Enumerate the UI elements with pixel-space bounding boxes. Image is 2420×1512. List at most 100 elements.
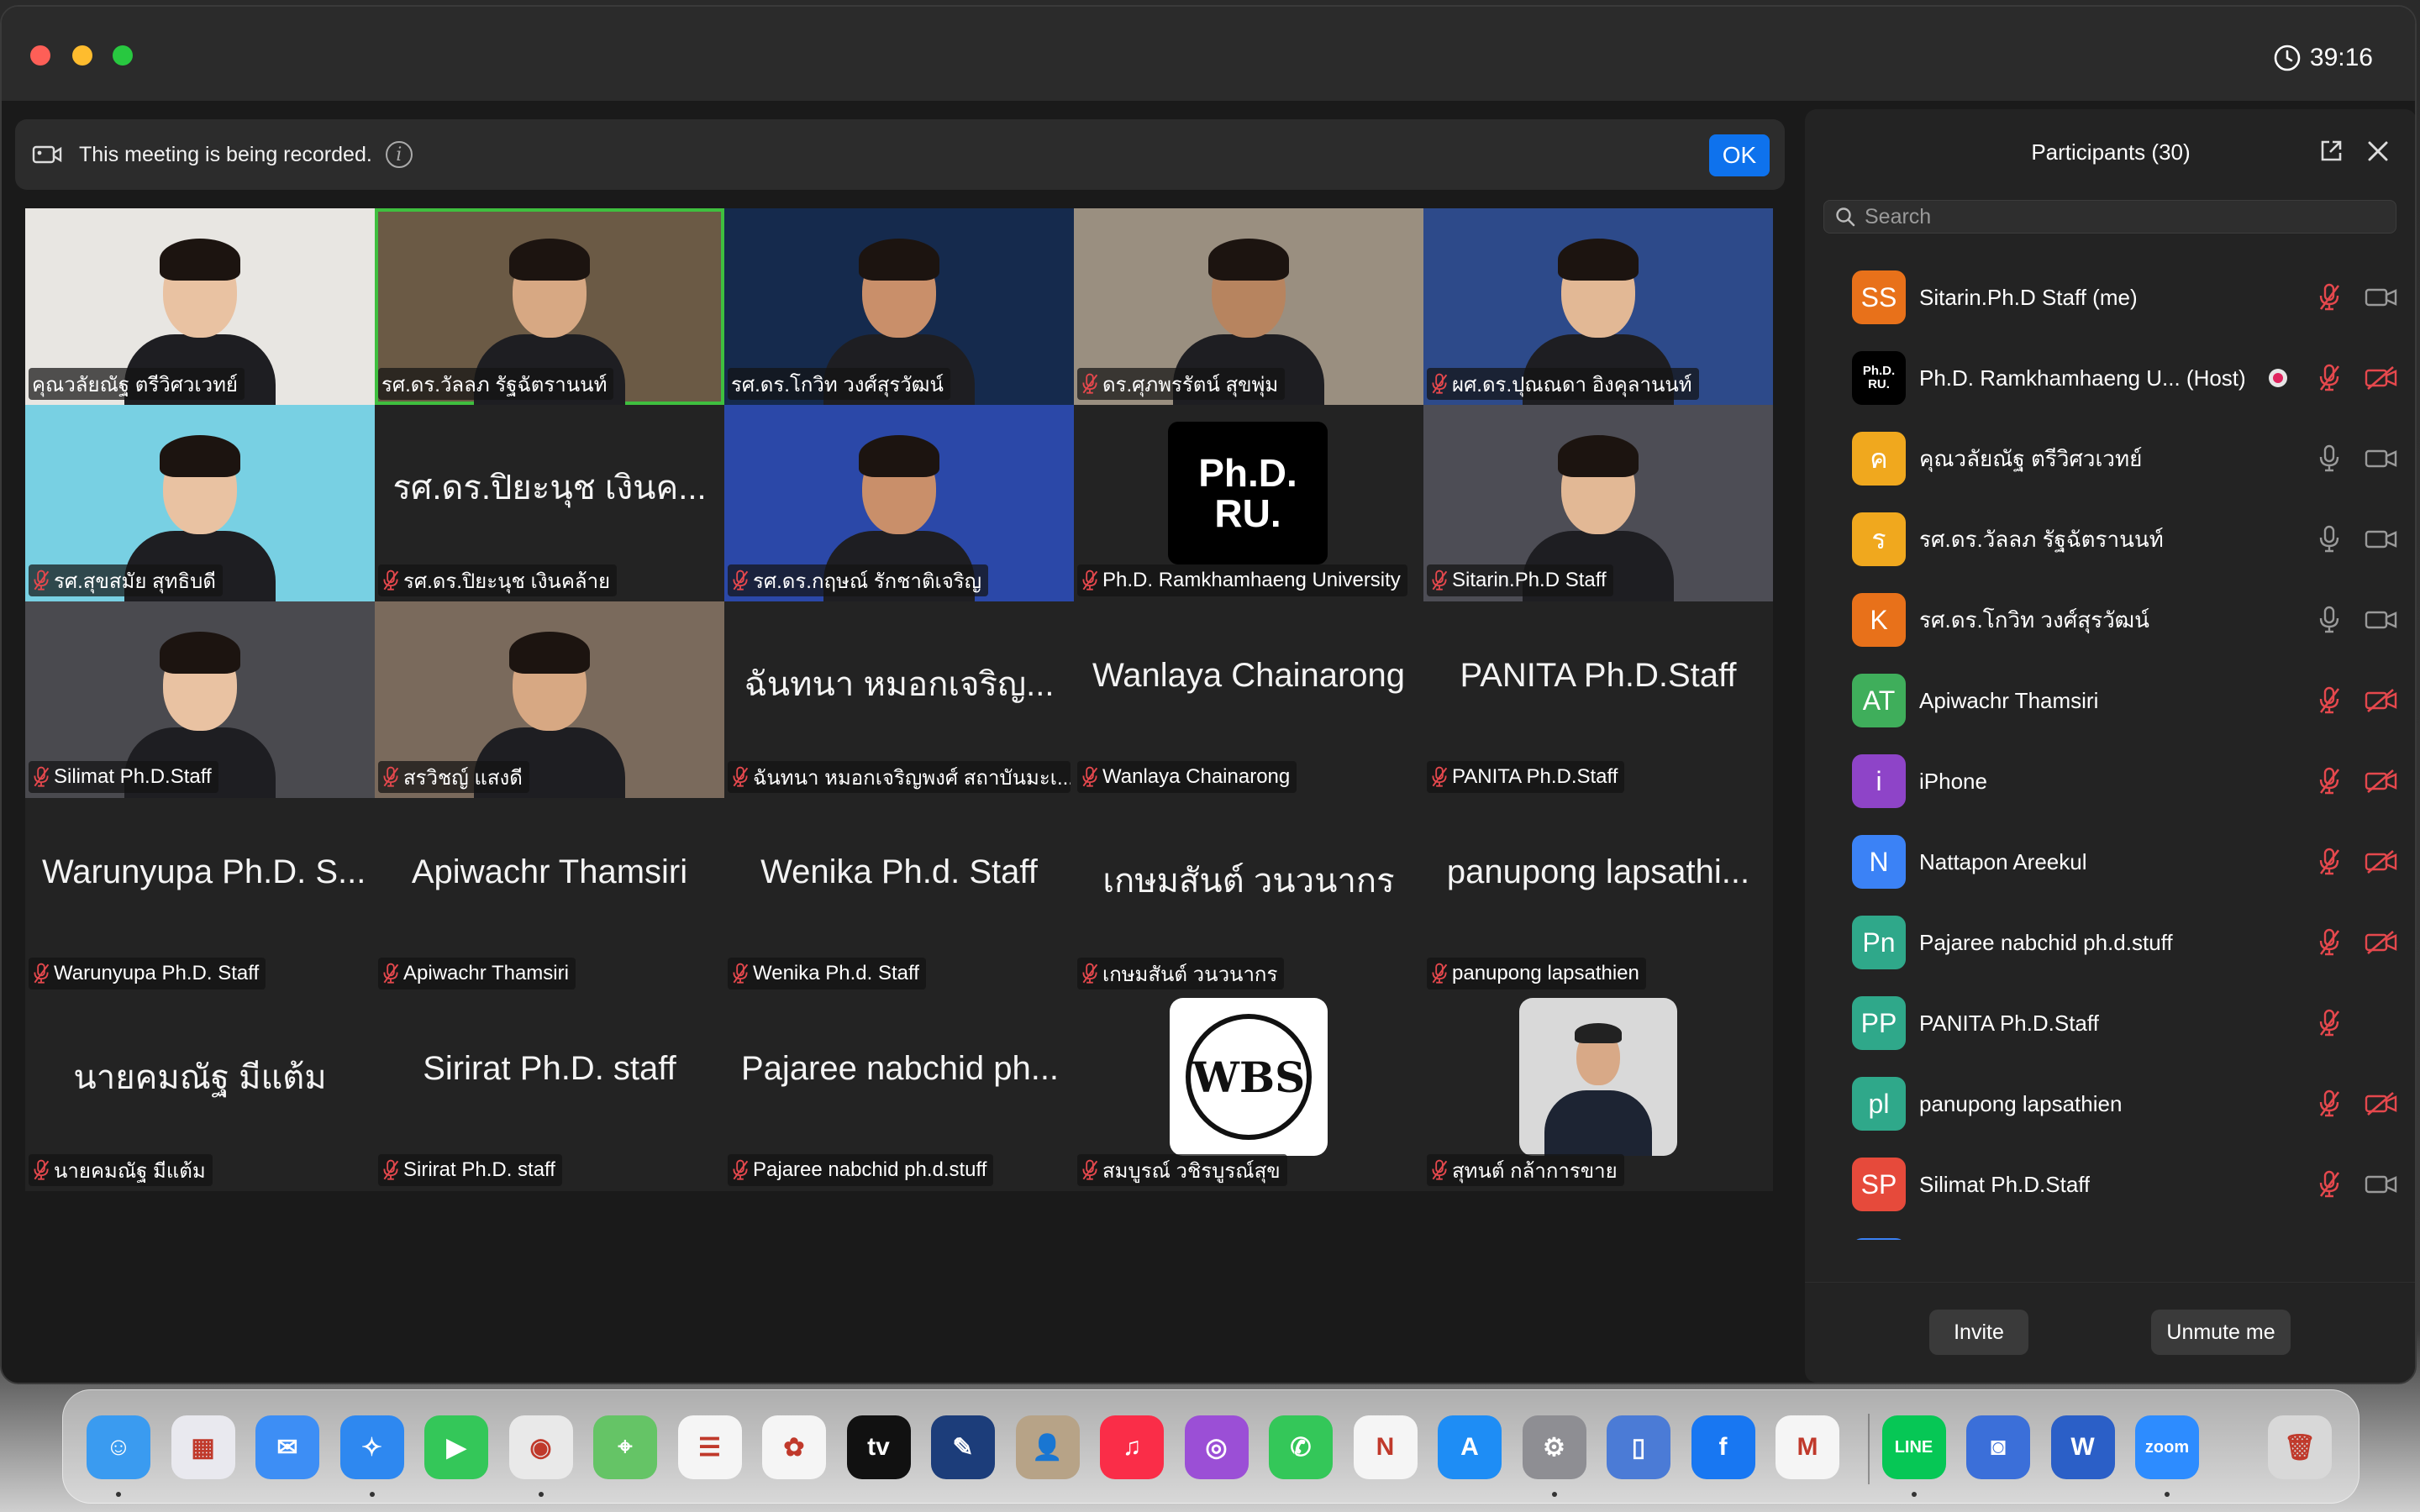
line-icon[interactable]: LINE [1881, 1415, 1946, 1479]
apple-tv-icon[interactable]: tv [846, 1415, 911, 1479]
facetime-icon[interactable]: ▶ [424, 1415, 488, 1479]
video-off-icon[interactable] [2365, 688, 2398, 713]
participant-tile[interactable]: Pajaree nabchid ph... Pajaree nabchid ph.… [724, 995, 1074, 1191]
mic-icon[interactable] [2317, 606, 2341, 634]
finder-icon[interactable]: ☺ [87, 1415, 150, 1479]
ok-button[interactable]: OK [1709, 134, 1770, 176]
music-icon[interactable]: ♫ [1100, 1415, 1164, 1479]
safari-icon[interactable]: ✧ [339, 1415, 404, 1479]
mic-muted-icon[interactable] [2317, 686, 2341, 715]
participant-tile[interactable]: รศ.สุขสมัย สุทธิบดี [25, 405, 375, 601]
mic-muted-icon[interactable] [2317, 1089, 2341, 1118]
participant-name: Apiwachr Thamsiri [1919, 687, 2099, 713]
remote-desktop-icon[interactable]: ▯ [1607, 1415, 1670, 1479]
participant-tile[interactable]: Ph.D. RU. Ph.D. Ramkhamhaeng University [1074, 405, 1423, 601]
video-icon[interactable] [2365, 607, 2398, 633]
contacts-icon[interactable]: 👤 [1015, 1415, 1080, 1479]
invite-button[interactable]: Invite [1929, 1310, 2028, 1355]
mic-muted-icon[interactable] [2317, 283, 2341, 312]
participant-tile[interactable]: ดร.ศุภพรรัตน์ สุขพุ่ม [1074, 208, 1423, 405]
mic-muted-icon[interactable] [2317, 364, 2341, 392]
launchpad-icon[interactable]: ▦ [171, 1415, 235, 1479]
participant-tile[interactable]: นายคมณัฐ มีแต้ม นายคมณัฐ มีแต้ม [25, 995, 375, 1191]
maps-icon[interactable]: ⌖ [593, 1415, 657, 1479]
popout-icon[interactable] [2317, 138, 2344, 165]
close-panel-icon[interactable] [2365, 138, 2391, 165]
unmute-me-button[interactable]: Unmute me [2151, 1310, 2291, 1355]
participant-row[interactable]: SP Silimat Ph.D.Staff [1805, 1144, 2415, 1225]
participant-row[interactable]: ร รศ.ดร.วัลลภ รัฐฉัตรานนท์ [1805, 499, 2415, 580]
participant-tile[interactable]: สุทนต์ กล้าการขาย [1423, 995, 1773, 1191]
mic-muted-icon[interactable] [2317, 928, 2341, 957]
participant-tile[interactable]: Apiwachr Thamsiri Apiwachr Thamsiri [375, 798, 724, 995]
participant-row[interactable]: Pn Pajaree nabchid ph.d.stuff [1805, 902, 2415, 983]
chrome-icon[interactable]: ◉ [508, 1415, 573, 1479]
participant-tile[interactable]: เกษมสันต์ วนวนากร เกษมสันต์ วนวนากร [1074, 798, 1423, 995]
video-off-icon[interactable] [2365, 930, 2398, 955]
word-icon[interactable]: W [2050, 1415, 2115, 1479]
mail-icon[interactable]: ✉ [255, 1415, 319, 1479]
trash-icon[interactable]: 🗑 [2268, 1415, 2332, 1479]
reminders-icon[interactable]: ☰ [677, 1415, 742, 1479]
app-store-icon[interactable]: A [1438, 1415, 1502, 1479]
mic-muted-icon[interactable] [2317, 1009, 2341, 1037]
wbs-logo: WBS [1170, 998, 1328, 1156]
video-icon[interactable] [2365, 1172, 2398, 1197]
participant-tile[interactable]: รศ.ดร.โกวิท วงศ์สุรวัฒน์ [724, 208, 1074, 405]
participant-tile[interactable]: panupong lapsathi... panupong lapsathien [1423, 798, 1773, 995]
close-window-button[interactable] [30, 45, 50, 66]
participant-row[interactable]: PP PANITA Ph.D.Staff [1805, 983, 2415, 1063]
maximize-window-button[interactable] [113, 45, 133, 66]
participant-row[interactable]: SPSirirat Ph.D. staff [1805, 1225, 2415, 1240]
participant-tile[interactable]: คุณวลัยณัฐ ตรีวิศวเวทย์ [25, 208, 375, 405]
participant-tile[interactable]: รศ.ดร.กฤษณ์ รักชาติเจริญ [724, 405, 1074, 601]
participant-row[interactable]: ค คุณวลัยณัฐ ตรีวิศวเวทย์ [1805, 418, 2415, 499]
zoom-icon[interactable]: zoom [2135, 1415, 2199, 1479]
mic-muted-icon[interactable] [2317, 767, 2341, 795]
gmail-icon[interactable]: M [1776, 1415, 1839, 1479]
pencil-app-icon[interactable]: ✎ [931, 1415, 995, 1479]
participant-tile[interactable]: สรวิชญ์ แสงดี [375, 601, 724, 798]
participant-row[interactable]: K รศ.ดร.โกวิท วงศ์สุรวัฒน์ [1805, 580, 2415, 660]
participant-search[interactable] [1823, 200, 2396, 234]
participant-tile[interactable]: Sirirat Ph.D. staff Sirirat Ph.D. staff [375, 995, 724, 1191]
video-icon[interactable] [2365, 285, 2398, 310]
video-off-icon[interactable] [2365, 365, 2398, 391]
search-input[interactable] [1865, 204, 2369, 229]
podcasts-icon[interactable]: ◎ [1184, 1415, 1249, 1479]
screenshot-app-icon[interactable]: ◙ [1966, 1415, 2030, 1479]
participant-tile[interactable]: Silimat Ph.D.Staff [25, 601, 375, 798]
participant-tile[interactable]: Wanlaya Chainarong Wanlaya Chainarong [1074, 601, 1423, 798]
video-off-icon[interactable] [2365, 1091, 2398, 1116]
system-settings-icon[interactable]: ⚙ [1522, 1415, 1586, 1479]
participant-row[interactable]: SS Sitarin.Ph.D Staff (me) [1805, 257, 2415, 338]
participant-tile[interactable]: ฉันทนา หมอกเจริญ... ฉันทนา หมอกเจริญพงศ์ … [724, 601, 1074, 798]
participant-tile[interactable]: ผศ.ดร.ปุณณดา อิงคุลานนท์ [1423, 208, 1773, 405]
participant-row[interactable]: pl panupong lapsathien [1805, 1063, 2415, 1144]
participant-row[interactable]: AT Apiwachr Thamsiri [1805, 660, 2415, 741]
participant-row[interactable]: N Nattapon Areekul [1805, 822, 2415, 902]
participant-row[interactable]: i iPhone [1805, 741, 2415, 822]
participant-tile[interactable]: PANITA Ph.D.Staff PANITA Ph.D.Staff [1423, 601, 1773, 798]
video-off-icon[interactable] [2365, 769, 2398, 794]
mic-icon[interactable] [2317, 444, 2341, 473]
participant-tile[interactable]: Wenika Ph.d. Staff Wenika Ph.d. Staff [724, 798, 1074, 995]
participant-tile[interactable]: WBS สมบูรณ์ วชิรบูรณ์สุข [1074, 995, 1423, 1191]
video-icon[interactable] [2365, 527, 2398, 552]
news-icon[interactable]: N [1353, 1415, 1418, 1479]
minimize-window-button[interactable] [72, 45, 92, 66]
participant-tile[interactable]: Warunyupa Ph.D. S... Warunyupa Ph.D. Staf… [25, 798, 375, 995]
participant-tile[interactable]: รศ.ดร.วัลลภ รัฐฉัตรานนท์ [375, 208, 724, 405]
mic-icon[interactable] [2317, 525, 2341, 554]
participant-row[interactable]: Ph.D. RU. Ph.D. Ramkhamhaeng U... (Host) [1805, 338, 2415, 418]
facebook-icon[interactable]: f [1691, 1415, 1755, 1479]
mic-muted-icon[interactable] [2317, 848, 2341, 876]
participant-tile[interactable]: Sitarin.Ph.D Staff [1423, 405, 1773, 601]
video-icon[interactable] [2365, 446, 2398, 471]
photos-icon[interactable]: ✿ [762, 1415, 826, 1479]
messages-icon[interactable]: ✆ [1269, 1415, 1333, 1479]
participant-tile[interactable]: รศ.ดร.ปิยะนุช เงินค... รศ.ดร.ปิยะนุช เงิน… [375, 405, 724, 601]
mic-muted-icon[interactable] [2317, 1170, 2341, 1199]
video-off-icon[interactable] [2365, 849, 2398, 874]
info-icon[interactable]: i [385, 141, 413, 168]
